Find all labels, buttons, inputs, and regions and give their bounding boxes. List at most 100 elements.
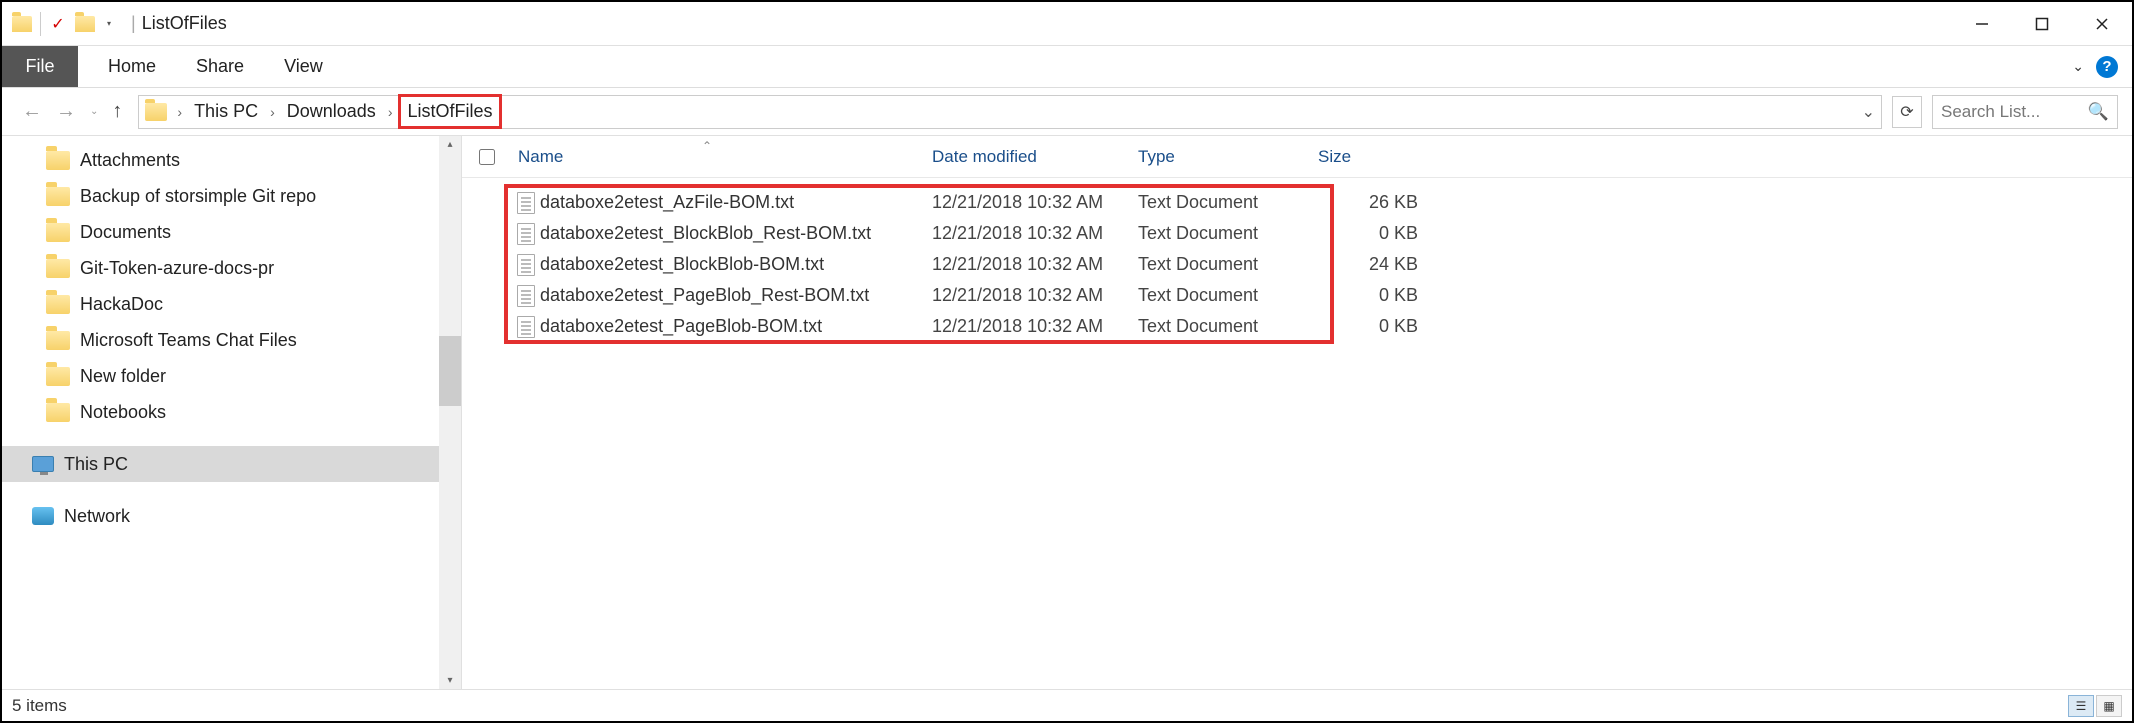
text-file-icon	[517, 254, 535, 276]
folder-icon	[46, 331, 70, 350]
file-date: 12/21/2018 10:32 AM	[932, 285, 1138, 306]
column-header-name[interactable]: ⌃Name	[512, 147, 932, 167]
network-icon	[32, 507, 54, 525]
folder-icon	[46, 367, 70, 386]
scroll-up-icon[interactable]: ▴	[439, 136, 461, 153]
history-dropdown-icon[interactable]: ⌄	[90, 106, 98, 117]
sidebar-item-attachments[interactable]: Attachments	[2, 142, 461, 178]
tab-home[interactable]: Home	[108, 56, 156, 77]
properties-icon[interactable]: ✓	[49, 15, 67, 33]
column-headers: ⌃Name Date modified Type Size	[462, 136, 2132, 178]
tab-view[interactable]: View	[284, 56, 323, 77]
file-row[interactable]: databoxe2etest_PageBlob_Rest-BOM.txt12/2…	[462, 280, 2132, 311]
file-size: 24 KB	[1318, 254, 1428, 275]
file-size: 0 KB	[1318, 316, 1428, 337]
folder-icon	[46, 259, 70, 278]
sidebar-item-network[interactable]: Network	[2, 498, 461, 534]
address-dropdown-icon[interactable]: ⌄	[1862, 102, 1875, 122]
pc-icon	[32, 456, 54, 472]
folder-icon	[46, 151, 70, 170]
file-size: 0 KB	[1318, 223, 1428, 244]
status-bar: 5 items ☰ ▦	[2, 689, 2132, 721]
file-date: 12/21/2018 10:32 AM	[932, 316, 1138, 337]
qat-dropdown-icon[interactable]: ▾	[103, 19, 115, 28]
file-row[interactable]: databoxe2etest_AzFile-BOM.txt12/21/2018 …	[462, 187, 2132, 218]
sort-indicator-icon: ⌃	[702, 139, 712, 153]
search-placeholder: Search List...	[1941, 102, 2040, 122]
minimize-button[interactable]	[1952, 3, 2012, 45]
select-all-checkbox[interactable]	[479, 149, 495, 165]
column-header-size[interactable]: Size	[1318, 147, 1428, 167]
sidebar-item-this-pc[interactable]: This PC	[2, 446, 461, 482]
ribbon-expand-icon[interactable]: ⌄	[2072, 58, 2084, 75]
file-size: 0 KB	[1318, 285, 1428, 306]
column-header-date[interactable]: Date modified	[932, 147, 1138, 167]
sidebar-item-notebooks[interactable]: Notebooks	[2, 394, 461, 430]
new-folder-icon[interactable]	[75, 16, 95, 32]
file-date: 12/21/2018 10:32 AM	[932, 192, 1138, 213]
search-input[interactable]: Search List... 🔍	[1932, 95, 2118, 129]
quick-access-toolbar: ✓ ▾	[2, 2, 125, 45]
text-file-icon	[517, 192, 535, 214]
folder-icon	[46, 403, 70, 422]
file-type: Text Document	[1138, 254, 1318, 275]
file-name: databoxe2etest_PageBlob-BOM.txt	[540, 316, 932, 337]
details-view-button[interactable]: ☰	[2068, 695, 2094, 717]
text-file-icon	[517, 223, 535, 245]
text-file-icon	[517, 316, 535, 338]
column-header-type[interactable]: Type	[1138, 147, 1318, 167]
file-type: Text Document	[1138, 223, 1318, 244]
chevron-right-icon[interactable]: ›	[388, 104, 393, 120]
folder-icon	[145, 103, 167, 121]
file-date: 12/21/2018 10:32 AM	[932, 223, 1138, 244]
breadcrumb-current[interactable]: ListOfFiles	[398, 94, 501, 129]
chevron-right-icon[interactable]: ›	[177, 104, 182, 120]
file-name: databoxe2etest_PageBlob_Rest-BOM.txt	[540, 285, 932, 306]
sidebar-scrollbar[interactable]: ▴ ▾	[439, 136, 461, 689]
breadcrumb-downloads[interactable]: Downloads	[281, 97, 382, 126]
file-row[interactable]: databoxe2etest_BlockBlob_Rest-BOM.txt12/…	[462, 218, 2132, 249]
up-button[interactable]: ↑	[112, 100, 122, 123]
folder-icon	[46, 295, 70, 314]
file-list-pane: ⌃Name Date modified Type Size databoxe2e…	[462, 136, 2132, 689]
sidebar-item-teams[interactable]: Microsoft Teams Chat Files	[2, 322, 461, 358]
forward-button[interactable]: →	[56, 100, 76, 123]
sidebar-item-new-folder[interactable]: New folder	[2, 358, 461, 394]
icons-view-button[interactable]: ▦	[2096, 695, 2122, 717]
sidebar-item-hackadoc[interactable]: HackaDoc	[2, 286, 461, 322]
help-icon[interactable]: ?	[2096, 56, 2118, 78]
file-tab[interactable]: File	[2, 46, 78, 87]
title-separator: |	[131, 13, 136, 34]
file-name: databoxe2etest_BlockBlob_Rest-BOM.txt	[540, 223, 932, 244]
back-button[interactable]: ←	[22, 100, 42, 123]
file-row[interactable]: databoxe2etest_PageBlob-BOM.txt12/21/201…	[462, 311, 2132, 342]
folder-icon	[46, 223, 70, 242]
refresh-button[interactable]: ⟳	[1892, 96, 1922, 128]
scroll-thumb[interactable]	[439, 336, 461, 406]
folder-icon	[46, 187, 70, 206]
sidebar-item-backup[interactable]: Backup of storsimple Git repo	[2, 178, 461, 214]
address-bar[interactable]: › This PC › Downloads › ListOfFiles ⌄	[138, 95, 1882, 129]
title-bar: ✓ ▾ | ListOfFiles	[2, 2, 2132, 46]
search-icon: 🔍	[2088, 102, 2109, 122]
navigation-pane: Attachments Backup of storsimple Git rep…	[2, 136, 462, 689]
breadcrumb-this-pc[interactable]: This PC	[188, 97, 264, 126]
scroll-down-icon[interactable]: ▾	[439, 672, 461, 689]
chevron-right-icon[interactable]: ›	[270, 104, 275, 120]
folder-icon	[12, 16, 32, 32]
file-date: 12/21/2018 10:32 AM	[932, 254, 1138, 275]
sidebar-item-git-token[interactable]: Git-Token-azure-docs-pr	[2, 250, 461, 286]
file-name: databoxe2etest_BlockBlob-BOM.txt	[540, 254, 932, 275]
divider	[40, 12, 41, 36]
file-type: Text Document	[1138, 316, 1318, 337]
sidebar-item-documents[interactable]: Documents	[2, 214, 461, 250]
maximize-button[interactable]	[2012, 3, 2072, 45]
file-size: 26 KB	[1318, 192, 1428, 213]
file-row[interactable]: databoxe2etest_BlockBlob-BOM.txt12/21/20…	[462, 249, 2132, 280]
close-button[interactable]	[2072, 3, 2132, 45]
window-title: ListOfFiles	[142, 13, 227, 34]
tab-share[interactable]: Share	[196, 56, 244, 77]
ribbon: File Home Share View ⌄ ?	[2, 46, 2132, 88]
status-text: 5 items	[12, 696, 67, 716]
file-type: Text Document	[1138, 192, 1318, 213]
